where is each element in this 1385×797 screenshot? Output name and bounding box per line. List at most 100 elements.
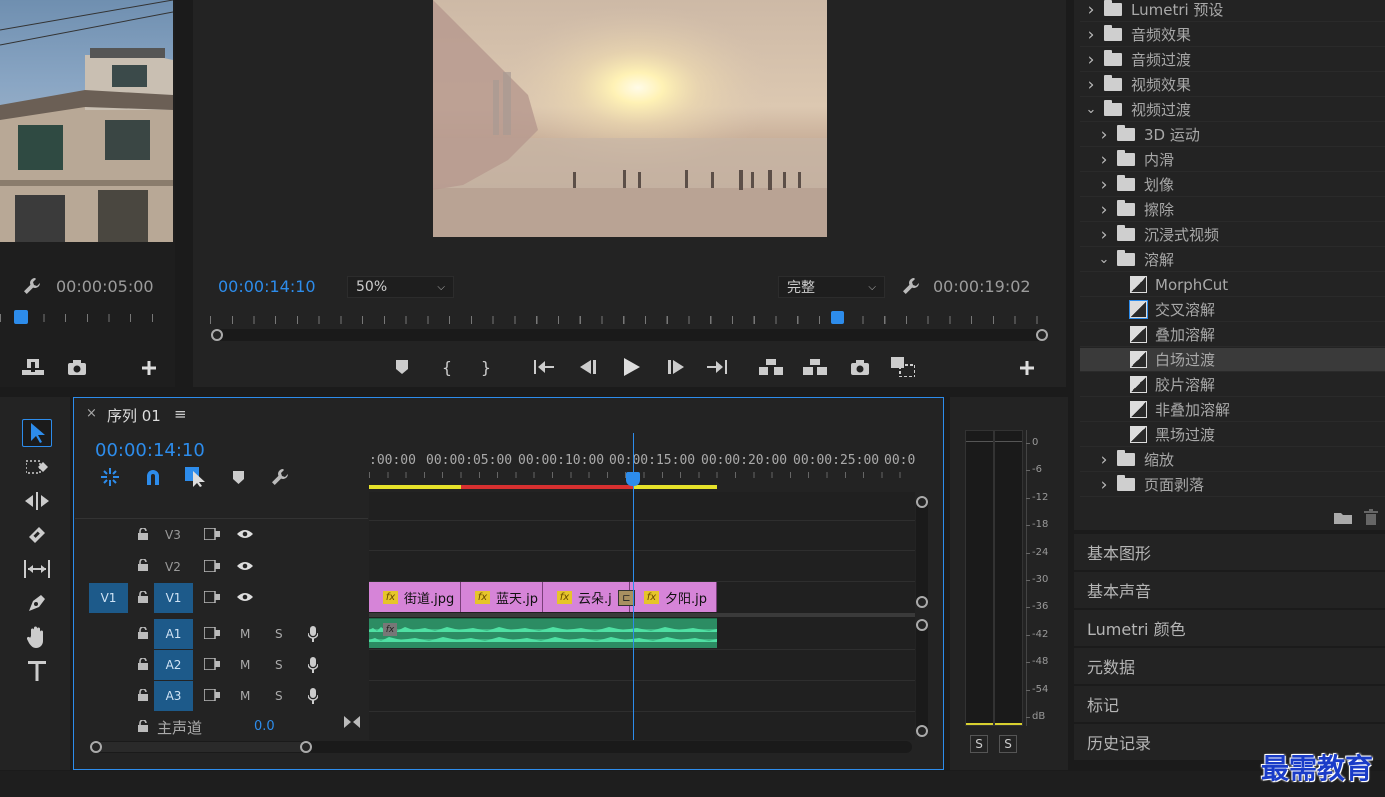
effects-tree-item[interactable]: › Lumetri 预设 [1080, 0, 1385, 22]
effects-tree-item[interactable]: MorphCut [1080, 273, 1385, 297]
video-clip[interactable]: fx 云朵.j [543, 582, 630, 612]
add-marker-icon[interactable] [393, 358, 411, 376]
panel-markers[interactable]: 标记 [1074, 686, 1385, 722]
chevron-right-icon[interactable]: › [1084, 75, 1098, 95]
go-to-end-icon[interactable] [343, 715, 361, 729]
effects-tree-item[interactable]: 白场过渡 [1080, 348, 1385, 372]
track-sync-icon[interactable] [203, 589, 221, 605]
source-patch-v1[interactable]: V1 [89, 583, 128, 613]
track-lock-icon[interactable] [136, 589, 150, 605]
track-eye-icon[interactable] [236, 559, 254, 573]
effects-tree-item[interactable]: › 划像 [1080, 173, 1385, 197]
program-current-time[interactable]: 00:00:14:10 [218, 277, 316, 296]
zoom-select[interactable]: 50% ⌵ [347, 276, 454, 298]
mute-a2-button[interactable]: M [240, 658, 250, 672]
chevron-right-icon[interactable]: › [1097, 150, 1111, 170]
zoom-range[interactable] [90, 742, 310, 752]
master-volume-value[interactable]: 0.0 [254, 719, 275, 734]
effects-tree-item[interactable]: › 擦除 [1080, 198, 1385, 222]
scroll-handle-top[interactable] [916, 496, 928, 508]
track-sync-icon[interactable] [203, 656, 221, 672]
sequence-menu-icon[interactable]: ≡ [174, 405, 187, 423]
track-sync-icon[interactable] [203, 558, 221, 574]
chevron-right-icon[interactable]: › [1097, 450, 1111, 470]
source-add-button-icon[interactable] [140, 359, 158, 377]
program-wrench-icon[interactable] [901, 276, 921, 296]
panel-basic-graphics[interactable]: 基本图形 [1074, 534, 1385, 570]
track-a1-target[interactable]: A1 [154, 619, 193, 649]
audio-track-scrollbar[interactable] [916, 619, 928, 737]
chevron-right-icon[interactable]: › [1097, 225, 1111, 245]
track-eye-icon[interactable] [236, 590, 254, 604]
timeline-ruler[interactable]: :00:00 00:00:05:00 00:00:10:00 00:00:15:… [369, 440, 915, 492]
mark-out-icon[interactable]: } [478, 357, 494, 377]
timeline-zoom-scrollbar[interactable] [90, 741, 912, 753]
track-lock-icon[interactable] [136, 557, 150, 573]
effects-tree-item[interactable]: 交叉溶解 [1080, 298, 1385, 322]
export-frame-icon[interactable] [849, 358, 871, 376]
voiceover-mic-icon[interactable] [306, 656, 320, 674]
program-add-button-icon[interactable] [1018, 359, 1036, 377]
selection-tool-icon[interactable] [22, 419, 52, 447]
sequence-tab-title[interactable]: 序列 01 [107, 405, 161, 426]
quality-select[interactable]: 完整 ⌵ [778, 276, 885, 298]
effects-tree-item[interactable]: › 3D 运动 [1080, 123, 1385, 147]
timeline-marker-icon[interactable] [230, 469, 246, 485]
panel-lumetri-color[interactable]: Lumetri 颜色 [1074, 610, 1385, 646]
type-tool-icon[interactable] [22, 657, 52, 685]
source-wrench-icon[interactable] [22, 276, 42, 296]
go-to-out-icon[interactable] [706, 358, 728, 376]
snap-nest-icon[interactable] [99, 467, 121, 487]
track-sync-icon[interactable] [203, 687, 221, 703]
linked-selection-icon[interactable] [184, 466, 206, 488]
track-sync-icon[interactable] [203, 625, 221, 641]
effects-tree-item[interactable]: 非叠加溶解 [1080, 398, 1385, 422]
chevron-right-icon[interactable]: › [1097, 175, 1111, 195]
effects-new-bin-icon[interactable] [1333, 509, 1353, 525]
pen-tool-icon[interactable] [22, 589, 52, 617]
scroll-handle-right[interactable] [300, 741, 312, 753]
compare-view-icon[interactable] [890, 356, 916, 378]
program-zoom-scrollbar[interactable] [211, 329, 1048, 341]
effects-tree-item[interactable]: › 页面剥落 [1080, 473, 1385, 497]
track-area[interactable] [369, 492, 915, 740]
panel-essential-sound[interactable]: 基本声音 [1074, 572, 1385, 608]
lift-icon[interactable] [758, 357, 784, 377]
chevron-down-icon[interactable]: ⌄ [1084, 102, 1098, 117]
effects-tree-item[interactable]: 黑场过渡 [1080, 423, 1385, 447]
track-v2-label[interactable]: V2 [165, 560, 181, 574]
source-timecode[interactable]: 00:00:05:00 [56, 277, 154, 296]
source-insert-icon[interactable] [20, 356, 46, 378]
effects-tree-item[interactable]: › 缩放 [1080, 448, 1385, 472]
mute-a3-button[interactable]: M [240, 689, 250, 703]
effects-tree-item[interactable]: ⌄ 视频过渡 [1080, 98, 1385, 122]
track-v3-label[interactable]: V3 [165, 528, 181, 542]
chevron-right-icon[interactable]: › [1097, 200, 1111, 220]
effects-tree-item[interactable]: › 音频过渡 [1080, 48, 1385, 72]
scroll-handle-right[interactable] [1036, 329, 1048, 341]
chevron-right-icon[interactable]: › [1084, 25, 1098, 45]
timeline-playhead-handle[interactable] [626, 472, 640, 486]
track-eye-icon[interactable] [236, 527, 254, 541]
track-a3-target[interactable]: A3 [154, 681, 193, 711]
track-sync-icon[interactable] [203, 526, 221, 542]
sequence-current-time[interactable]: 00:00:14:10 [95, 440, 205, 461]
video-clip[interactable]: fx 蓝天.jp [461, 582, 543, 612]
ripple-edit-tool-icon[interactable] [22, 487, 52, 515]
effects-delete-icon[interactable] [1362, 508, 1380, 526]
scroll-handle-left[interactable] [211, 329, 223, 341]
video-clip[interactable]: fx 夕阳.jp [630, 582, 717, 612]
extract-icon[interactable] [802, 357, 828, 377]
track-a2-target[interactable]: A2 [154, 650, 193, 680]
effects-tree-item[interactable]: › 音频效果 [1080, 23, 1385, 47]
effects-tree-item[interactable]: ⌄ 溶解 [1080, 248, 1385, 272]
source-time-ruler[interactable] [0, 306, 173, 328]
effects-tree-item[interactable]: › 视频效果 [1080, 73, 1385, 97]
track-lock-icon[interactable] [136, 625, 150, 641]
go-to-in-icon[interactable] [533, 358, 555, 376]
voiceover-mic-icon[interactable] [306, 625, 320, 643]
timeline-settings-wrench-icon[interactable] [270, 467, 290, 487]
snap-magnet-icon[interactable] [143, 467, 163, 487]
solo-a1-button[interactable]: S [275, 627, 283, 641]
step-back-icon[interactable] [577, 358, 599, 376]
